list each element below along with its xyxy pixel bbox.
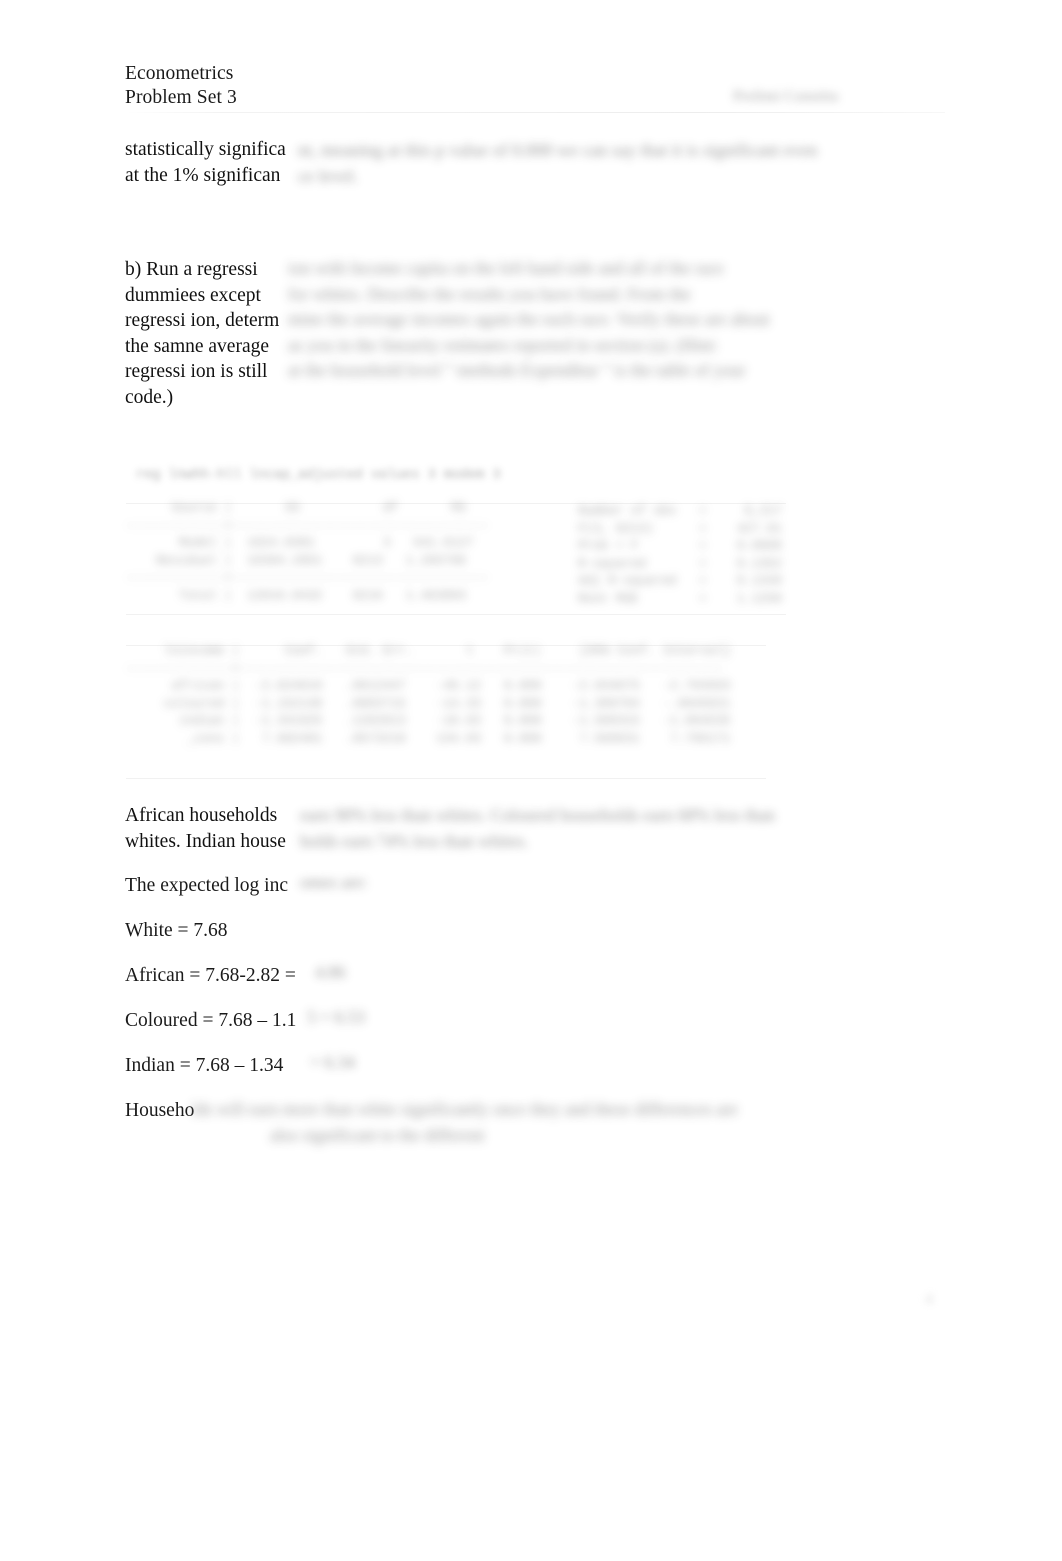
table-rule bbox=[126, 614, 786, 615]
paragraph-line: regressi ion is still bbox=[125, 361, 268, 382]
value-line-white: White = 7.68 bbox=[125, 920, 228, 941]
stata-model-stats: Number of obs = 8,217 F(3, 8213) = 427.9… bbox=[578, 503, 782, 608]
coef-row: _cons | 7.682401 .0573218 134.03 0.000 7… bbox=[126, 731, 731, 746]
stat-row: Root MSE = 1.1250 bbox=[578, 591, 783, 606]
redacted-line: ce level. bbox=[298, 166, 358, 186]
paragraph-question-b: b) Run a regressi dummiees except regres… bbox=[125, 257, 291, 410]
anova-row: Residual | 10394.2051 8213 1.265706 bbox=[126, 553, 497, 568]
paragraph-line: regressi ion, determ bbox=[125, 310, 280, 331]
redacted-line: mine the average incomes again the each … bbox=[288, 309, 770, 329]
redacted-line: ion with lncome capita on the left hand … bbox=[288, 258, 724, 278]
paragraph-significance-redacted: nt, meaning at this p value of 0.000 we … bbox=[298, 137, 948, 193]
value-line-indian: Indian = 7.68 – 1.34 bbox=[125, 1055, 284, 1076]
paragraph-line: at the 1% significan bbox=[125, 164, 281, 186]
coef-row: --------------+-------------------------… bbox=[126, 661, 724, 676]
anova-row: -------------+--------------------------… bbox=[126, 518, 489, 533]
stat-row: Number of obs = 8,217 bbox=[578, 504, 783, 518]
redacted-line: at the household level " methods Expendi… bbox=[288, 360, 746, 380]
page-number: 4 bbox=[925, 1291, 933, 1308]
redacted-line: holds earn 74% less than whites. bbox=[300, 831, 529, 851]
stata-anova-block: Source | SS df MS -------------+--------… bbox=[126, 500, 511, 605]
redacted-line: as you in the linearity estimates report… bbox=[288, 334, 719, 355]
redacted-line: lds will earn more than white significan… bbox=[192, 1099, 738, 1119]
document-page: Econometrics Problem Set 3 Prelimi Const… bbox=[0, 0, 1062, 1561]
paragraph-line: statistically significa bbox=[125, 139, 286, 160]
stat-row: R-squared = 0.1352 bbox=[578, 556, 783, 571]
header-divider bbox=[125, 112, 945, 113]
page-header: Econometrics Problem Set 3 Prelimi Const… bbox=[125, 62, 945, 110]
anova-row: Source | SS df MS bbox=[126, 501, 512, 515]
paragraph-line: b) Run a regressi bbox=[125, 259, 258, 280]
paragraph-question-b-redacted: ion with lncome capita on the left hand … bbox=[288, 256, 948, 384]
value-line-coloured: Coloured = 7.68 – 1.1 bbox=[125, 1010, 297, 1031]
paragraph-african-households-redacted: earn 90% less than whites. Coloured hous… bbox=[300, 802, 948, 858]
paragraph-line: code.) bbox=[125, 386, 174, 408]
coef-row: lnincome | Coef. Std. Err. t P>|t| [95% … bbox=[126, 644, 731, 658]
paragraph-households-conclusion: Househo bbox=[125, 1100, 195, 1121]
redacted-line: for whites. Describe the results you hav… bbox=[288, 283, 691, 304]
redacted-line: also significant to the different bbox=[270, 1125, 485, 1145]
table-rule bbox=[126, 778, 766, 779]
paragraph-expected-log-income: The expected log inc bbox=[125, 875, 288, 896]
redacted-line: earn 90% less than whites. Coloured hous… bbox=[300, 805, 775, 825]
anova-row: Total | 12019.0432 8216 1.463003 bbox=[126, 588, 497, 603]
header-line-1: Econometrics bbox=[125, 63, 234, 84]
paragraph-line: African households bbox=[125, 805, 278, 826]
paragraph-line: dummiees except bbox=[125, 284, 261, 306]
value-line-indian-redacted: = 6.34 bbox=[310, 1052, 355, 1072]
redacted-line: nt, meaning at this p value of 0.000 we … bbox=[298, 140, 818, 160]
redacted-line: omes are: bbox=[300, 872, 368, 892]
anova-row: Model | 1624.8381 3 541.6127 bbox=[126, 536, 504, 550]
stata-command-line: reg lnwhh-hll lncap_adjusted values 3 mo… bbox=[136, 468, 501, 483]
value-line-african-redacted: 4.86 bbox=[315, 962, 346, 982]
stat-row: F(3, 8213) = 427.91 bbox=[578, 521, 783, 536]
stata-coefficients-block: lnincome | Coef. Std. Err. t P>|t| [95% … bbox=[126, 643, 731, 748]
header-right-redacted: Prelimi Constitu bbox=[733, 88, 839, 105]
coef-row: coloured | -1.152148 .0803715 -14.33 0.0… bbox=[126, 696, 731, 711]
anova-row: -------------+--------------------------… bbox=[126, 571, 489, 585]
stat-row: Adj R-squared = 0.1349 bbox=[578, 574, 783, 588]
value-line-coloured-redacted: 5 = 6.53 bbox=[307, 1007, 365, 1027]
coef-row: african | -2.824619 .0612447 -46.12 0.00… bbox=[126, 679, 731, 693]
stat-row: Prob > F = 0.0000 bbox=[578, 539, 783, 553]
paragraph-line: the samne average bbox=[125, 335, 270, 357]
paragraph-households-conclusion-redacted: lds will earn more than white significan… bbox=[192, 1096, 948, 1156]
value-line-african: African = 7.68-2.82 = bbox=[125, 965, 296, 986]
paragraph-expected-log-income-redacted: omes are: bbox=[300, 872, 480, 902]
paragraph-line: whites. Indian house bbox=[125, 830, 286, 852]
paragraph-african-households: African households whites. Indian house bbox=[125, 803, 305, 854]
paragraph-significance: statistically significa at the 1% signif… bbox=[125, 137, 305, 188]
coef-row: indian | -1.341925 .1262013 -10.63 0.000… bbox=[126, 714, 731, 728]
